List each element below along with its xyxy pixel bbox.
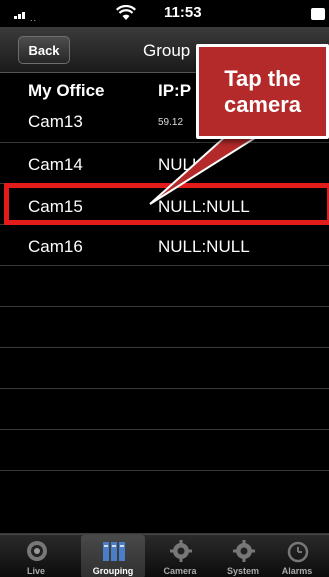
empty-row bbox=[0, 389, 329, 430]
tab-label: Alarms bbox=[281, 566, 313, 576]
tab-bar: Live Grouping Camera System Alarms bbox=[0, 534, 329, 577]
camera-ip: 59.12 bbox=[158, 117, 184, 128]
status-time: 11:53 bbox=[164, 4, 202, 21]
battery-icon bbox=[311, 8, 325, 20]
tap-camera-callout: Tap the camera bbox=[196, 44, 329, 139]
camera-name: Cam13 bbox=[28, 112, 83, 131]
tab-alarms[interactable]: Alarms bbox=[265, 535, 329, 577]
camera-row-cam16[interactable]: Cam16 NULL:NULL bbox=[0, 225, 329, 266]
empty-row bbox=[0, 430, 329, 471]
ip-port-header: IP:P bbox=[158, 81, 192, 100]
tab-camera[interactable]: Camera bbox=[148, 535, 212, 577]
empty-row bbox=[0, 307, 329, 348]
back-button[interactable]: Back bbox=[18, 36, 70, 64]
cam15-highlight-box bbox=[4, 183, 329, 225]
group-name-header: My Office bbox=[28, 81, 105, 100]
camera-ip: NULL:NULL bbox=[158, 237, 250, 256]
page-title: Group bbox=[143, 41, 191, 60]
empty-row bbox=[0, 348, 329, 389]
camera-gear-icon bbox=[170, 540, 192, 562]
camera-row-cam14[interactable]: Cam14 NULL: bbox=[0, 143, 329, 184]
status-bar: .. 11:53 bbox=[0, 0, 329, 27]
tab-label: Live bbox=[26, 566, 45, 576]
alarm-clock-icon bbox=[287, 541, 309, 563]
empty-row bbox=[0, 266, 329, 307]
live-icon bbox=[27, 541, 47, 561]
tab-grouping[interactable]: Grouping bbox=[81, 535, 145, 577]
wifi-icon bbox=[116, 5, 136, 20]
carrier-indicator: .. bbox=[30, 13, 38, 23]
camera-name: Cam16 bbox=[28, 237, 83, 256]
system-gear-icon bbox=[233, 540, 255, 562]
grouping-icon bbox=[103, 542, 125, 561]
empty-row bbox=[0, 471, 329, 534]
camera-name: Cam14 bbox=[28, 155, 83, 174]
tab-label: Camera bbox=[163, 566, 197, 576]
tab-label: Grouping bbox=[92, 566, 134, 576]
tab-live[interactable]: Live bbox=[4, 535, 68, 577]
camera-ip: NULL: bbox=[158, 155, 207, 174]
